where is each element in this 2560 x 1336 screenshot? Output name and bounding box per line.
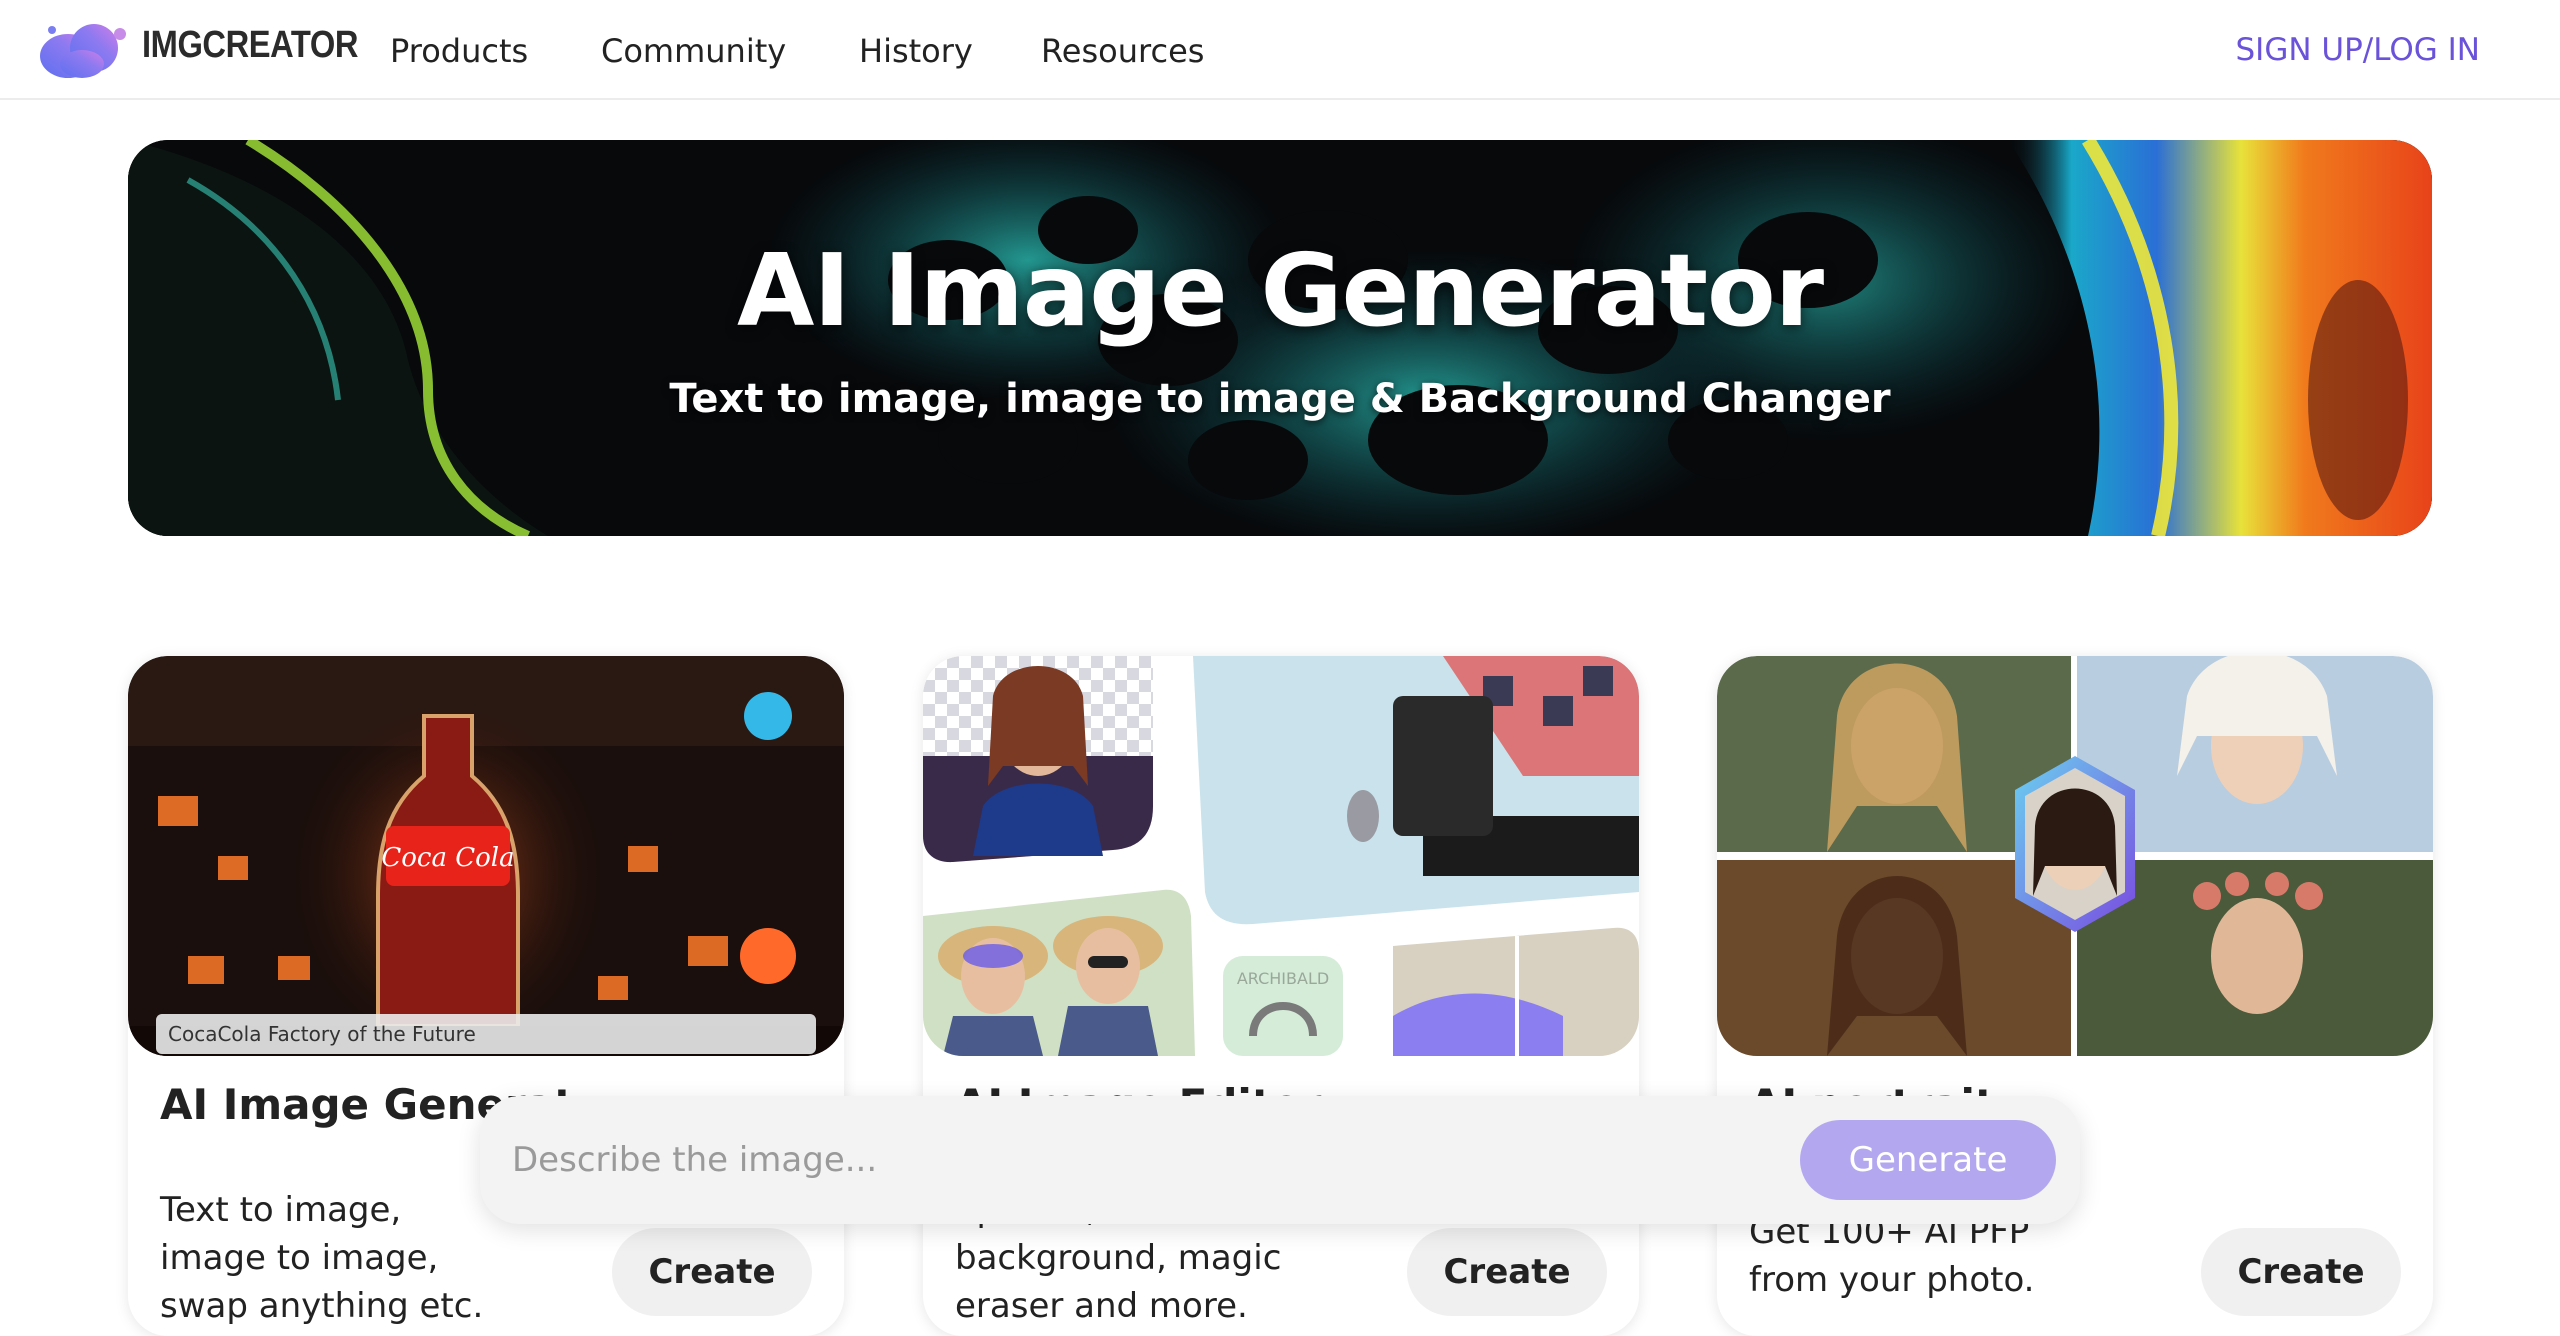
card-image [1717,656,2433,1056]
generate-button[interactable]: Generate [1800,1120,2056,1200]
nav-resources[interactable]: Resources [1041,32,1204,70]
create-button[interactable]: Create [612,1228,812,1316]
svg-text:Coca Cola: Coca Cola [381,843,514,873]
card-ai-image-generator[interactable]: Coca Cola CocaCola Factory of the Future… [128,656,844,1336]
brand-name[interactable]: IMGCREATOR [142,24,358,67]
nav-history[interactable]: History [859,32,973,70]
imgcreator-logo-icon[interactable] [38,18,130,82]
archibald-label: ARCHIBALD [1237,969,1329,988]
card-image: Coca Cola CocaCola Factory of the Future [128,656,844,1056]
top-header: IMGCREATOR Products Community History Re… [0,0,2560,100]
prompt-bar: Generate [480,1096,2080,1224]
card-description: Text to image, image to image, swap anyt… [160,1186,540,1330]
image-caption: CocaCola Factory of the Future [156,1014,816,1054]
card-description-line: image to image, [160,1238,439,1278]
hero-title: AI Image Generator [736,232,1824,349]
nav-community[interactable]: Community [601,32,786,70]
card-image: ARCHIBALD [923,656,1639,1056]
hero-subtitle: Text to image, image to image & Backgrou… [669,376,1891,422]
card-description-line: background, magic [955,1238,1282,1278]
card-ai-image-editor[interactable]: ARCHIBALD AI Image Editor upscale, remov… [923,656,1639,1336]
card-description-line: eraser and more. [955,1286,1248,1326]
create-button[interactable]: Create [2201,1228,2401,1316]
card-description-line: from your photo. [1749,1260,2035,1300]
describe-image-input[interactable] [512,1128,1752,1192]
hero-banner: AI Image Generator Text to image, image … [128,140,2432,536]
nav-products[interactable]: Products [390,32,528,70]
card-ai-portrait[interactable]: AI portrait Get 100+ AI PFP from your ph… [1717,656,2433,1336]
create-button[interactable]: Create [1407,1228,1607,1316]
signup-login-link[interactable]: SIGN UP/LOG IN [2236,32,2481,68]
card-description-line: swap anything etc. [160,1286,484,1326]
